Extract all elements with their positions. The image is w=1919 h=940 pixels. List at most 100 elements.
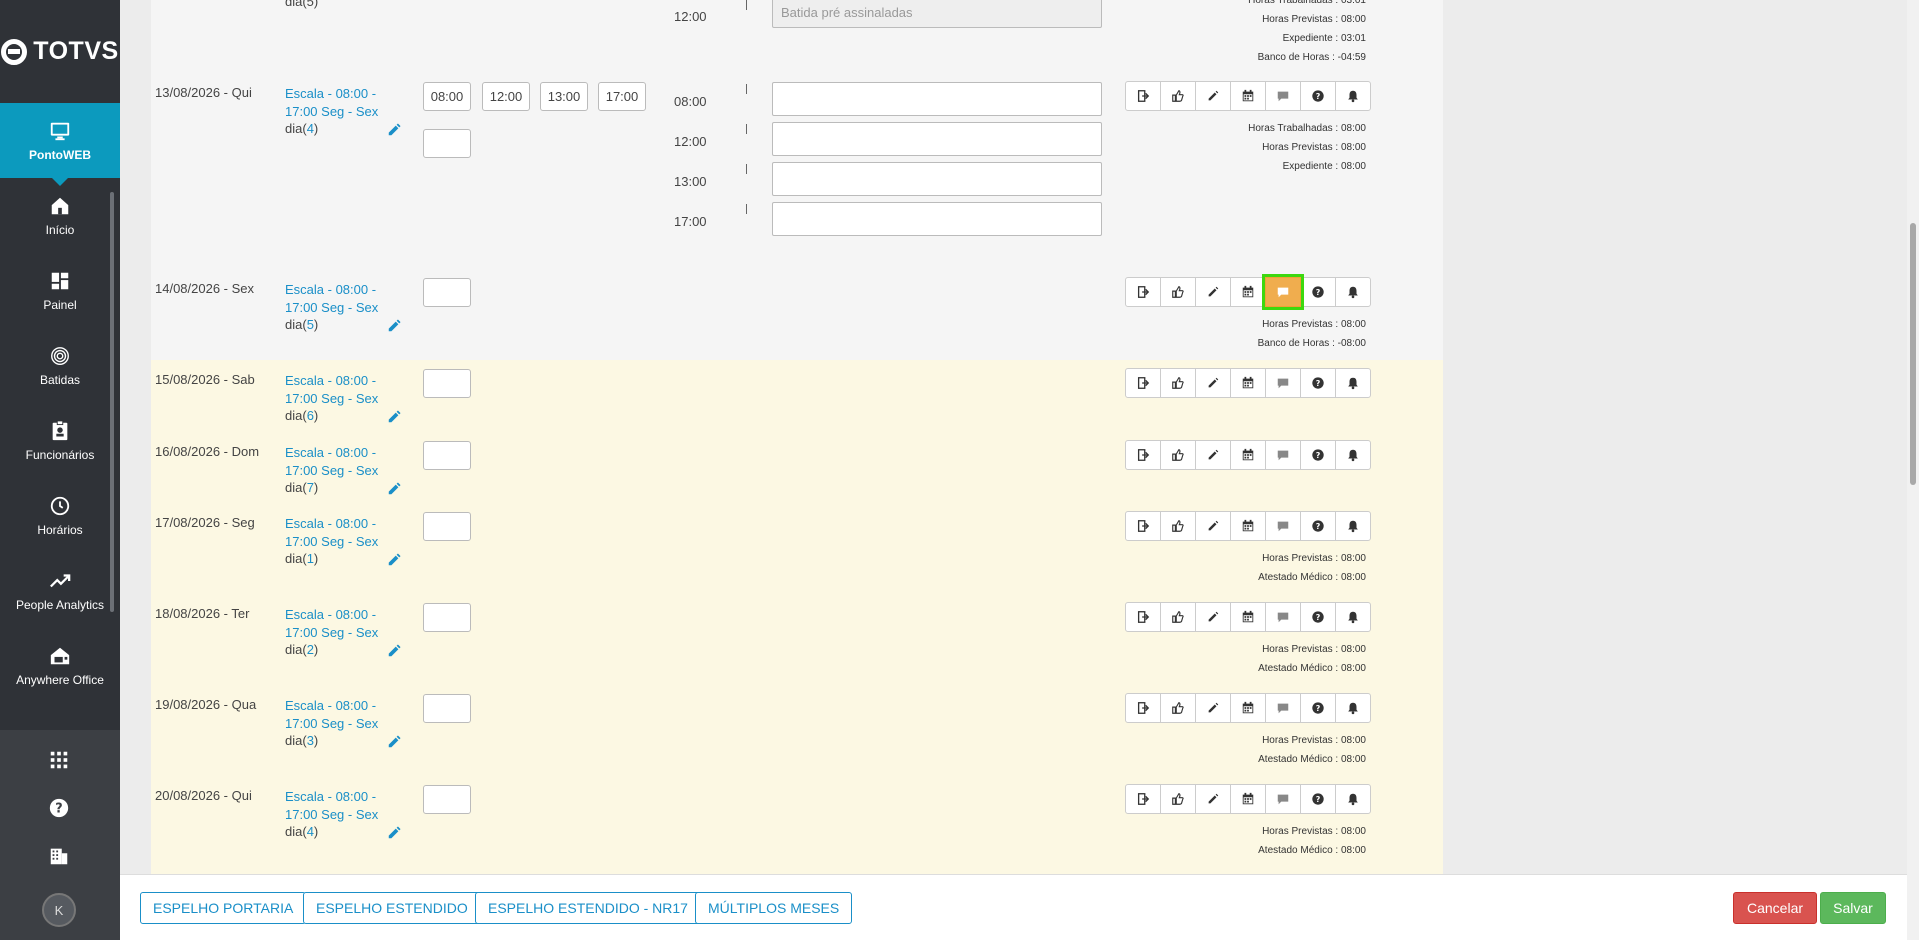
bell-button[interactable] (1335, 784, 1371, 814)
bell-button[interactable] (1335, 81, 1371, 111)
exit-button[interactable] (1125, 602, 1161, 632)
exit-button[interactable] (1125, 784, 1161, 814)
pencil-button[interactable] (1195, 368, 1231, 398)
pencil-button[interactable] (1195, 784, 1231, 814)
time-input[interactable]: 08:00 (423, 82, 471, 111)
punch-input[interactable] (772, 202, 1102, 236)
comment-button[interactable] (1265, 602, 1301, 632)
pencil-button[interactable] (1195, 277, 1231, 307)
espelho-estendido-nr17-button[interactable]: ESPELHO ESTENDIDO - NR17 (475, 892, 701, 924)
comment-button[interactable] (1265, 784, 1301, 814)
espelho-portaria-button[interactable]: ESPELHO PORTARIA (140, 892, 307, 924)
comment-button[interactable] (1265, 81, 1301, 111)
comment-button[interactable] (1265, 440, 1301, 470)
exit-button[interactable] (1125, 81, 1161, 111)
punch-input[interactable] (772, 162, 1102, 196)
pencil-button[interactable] (1195, 81, 1231, 111)
exit-button[interactable] (1125, 440, 1161, 470)
edit-pencil-icon[interactable] (387, 826, 401, 840)
add-time-input[interactable] (423, 441, 471, 470)
thumbs-up-button[interactable] (1160, 511, 1196, 541)
thumbs-up-button[interactable] (1160, 277, 1196, 307)
bell-button[interactable] (1335, 511, 1371, 541)
edit-pencil-icon[interactable] (387, 735, 401, 749)
thumbs-up-button[interactable] (1160, 368, 1196, 398)
totvs-logo[interactable]: TOTVS (0, 0, 120, 103)
escala-link[interactable]: Escala - 08:00 - 17:00 Seg - Sex (285, 372, 385, 408)
page-scrollbar[interactable] (1907, 0, 1919, 940)
bell-button[interactable] (1335, 368, 1371, 398)
escala-link[interactable]: Escala - 08:00 - 17:00 Seg - Sex (285, 788, 385, 824)
pencil-button[interactable] (1195, 440, 1231, 470)
question-button[interactable]: ? (1300, 368, 1336, 398)
bell-button[interactable] (1335, 277, 1371, 307)
question-button[interactable]: ? (1300, 277, 1336, 307)
escala-link[interactable]: Escala - 08:00 - 17:00 Seg - Sex (285, 515, 385, 551)
bell-button[interactable] (1335, 440, 1371, 470)
escala-link[interactable]: Escala - 08:00 - 17:00 Seg - Sex (285, 444, 385, 480)
time-input[interactable]: 17:00 (598, 82, 646, 111)
edit-pencil-icon[interactable] (387, 319, 401, 333)
escala-link[interactable]: Escala - 08:00 - 17:00 Seg - Sex (285, 281, 385, 317)
punch-input[interactable] (772, 82, 1102, 116)
add-time-input[interactable] (423, 369, 471, 398)
add-time-input[interactable] (423, 694, 471, 723)
calendar-button[interactable] (1230, 511, 1266, 541)
pencil-button[interactable] (1195, 511, 1231, 541)
comment-button[interactable] (1265, 368, 1301, 398)
comment-button[interactable] (1265, 693, 1301, 723)
question-button[interactable]: ? (1300, 602, 1336, 632)
pencil-button[interactable] (1195, 693, 1231, 723)
calendar-button[interactable] (1230, 440, 1266, 470)
cancel-button[interactable]: Cancelar (1733, 892, 1817, 924)
question-button[interactable]: ? (1300, 440, 1336, 470)
espelho-estendido-button[interactable]: ESPELHO ESTENDIDO (303, 892, 481, 924)
save-button[interactable]: Salvar (1820, 892, 1886, 924)
calendar-button[interactable] (1230, 693, 1266, 723)
question-button[interactable]: ? (1300, 693, 1336, 723)
escala-link[interactable]: Escala - 08:00 - 17:00 Seg - Sex (285, 606, 385, 642)
exit-button[interactable] (1125, 277, 1161, 307)
sidebar-item-anywhere-office[interactable]: Anywhere Office (0, 628, 120, 703)
bell-button[interactable] (1335, 602, 1371, 632)
pencil-button[interactable] (1195, 602, 1231, 632)
thumbs-up-button[interactable] (1160, 81, 1196, 111)
building-icon[interactable] (48, 845, 70, 867)
bell-button[interactable] (1335, 693, 1371, 723)
exit-button[interactable] (1125, 511, 1161, 541)
sidebar-scrollbar[interactable] (110, 192, 114, 612)
add-time-input[interactable] (423, 278, 471, 307)
add-time-input[interactable] (423, 512, 471, 541)
calendar-button[interactable] (1230, 784, 1266, 814)
sidebar-item-funcionários[interactable]: Funcionários (0, 403, 120, 478)
time-input[interactable]: 12:00 (482, 82, 530, 111)
edit-pencil-icon[interactable] (387, 410, 401, 424)
sidebar-item-people-analytics[interactable]: People Analytics (0, 553, 120, 628)
edit-pencil-icon[interactable] (387, 123, 401, 137)
escala-link[interactable]: Escala - 08:00 - 17:00 Seg - Sex (285, 85, 385, 121)
thumbs-up-button[interactable] (1160, 784, 1196, 814)
edit-pencil-icon[interactable] (387, 644, 401, 658)
time-input[interactable]: 13:00 (540, 82, 588, 111)
calendar-button[interactable] (1230, 277, 1266, 307)
add-time-input[interactable] (423, 603, 471, 632)
sidebar-item-painel[interactable]: Painel (0, 253, 120, 328)
thumbs-up-button[interactable] (1160, 693, 1196, 723)
calendar-button[interactable] (1230, 81, 1266, 111)
punch-input[interactable] (772, 122, 1102, 156)
comment-button[interactable] (1265, 511, 1301, 541)
escala-link[interactable]: Escala - 08:00 - 17:00 Seg - Sex (285, 697, 385, 733)
exit-button[interactable] (1125, 693, 1161, 723)
question-button[interactable]: ? (1300, 784, 1336, 814)
question-button[interactable]: ? (1300, 81, 1336, 111)
exit-button[interactable] (1125, 368, 1161, 398)
user-avatar[interactable]: K (42, 893, 76, 927)
sidebar-item-horários[interactable]: Horários (0, 478, 120, 553)
add-time-input[interactable] (423, 129, 471, 158)
help-icon[interactable]: ? (48, 797, 70, 819)
thumbs-up-button[interactable] (1160, 440, 1196, 470)
calendar-button[interactable] (1230, 368, 1266, 398)
apps-grid-icon[interactable] (48, 749, 70, 771)
comment-button[interactable] (1262, 274, 1304, 310)
sidebar-item-início[interactable]: Início (0, 178, 120, 253)
